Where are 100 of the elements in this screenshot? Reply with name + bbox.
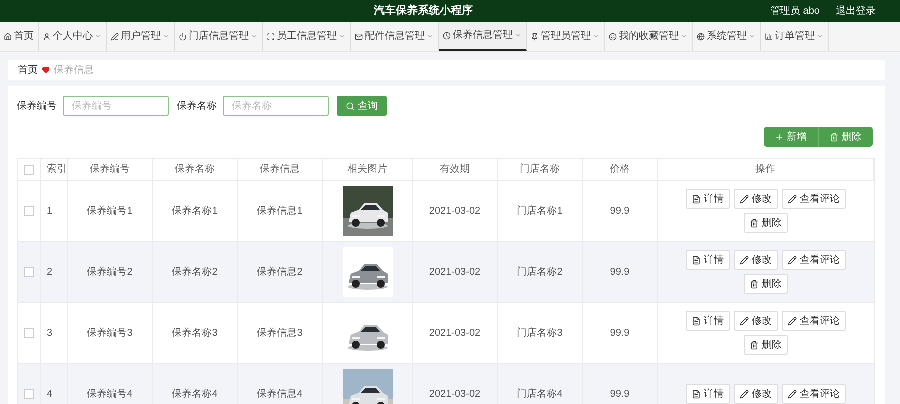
checkbox[interactable] — [24, 206, 34, 216]
app-title: 汽车保养系统小程序 — [372, 4, 473, 19]
column-header: 保养名称 — [175, 162, 215, 177]
table-cell-text: 保养编号4 — [87, 388, 133, 402]
table-cell-text: 保养编号2 — [87, 266, 133, 280]
pencil-icon — [788, 194, 797, 204]
breadcrumb-current: 保养信息 — [54, 64, 94, 78]
scan-icon — [267, 32, 275, 40]
field-label: 保养编号 — [17, 100, 57, 114]
nav-tab[interactable]: 门店信息管理 — [175, 22, 263, 51]
table-cell-text: 99.9 — [610, 266, 630, 280]
table-cell-text: 3 — [47, 326, 53, 340]
table-cell-text: 99.9 — [610, 326, 630, 340]
delete-button[interactable]: 删除 — [744, 213, 788, 233]
pencil-icon — [740, 316, 749, 326]
document-icon — [692, 390, 701, 398]
pencil-icon — [740, 194, 749, 204]
column-header: 保养编号 — [90, 162, 130, 177]
column-header: 相关图片 — [348, 162, 388, 177]
delete-button[interactable]: 删除 — [744, 335, 788, 355]
table-cell-text: 门店名称4 — [517, 388, 563, 402]
edit-button[interactable]: 查看评论 — [782, 250, 846, 270]
pin-icon — [531, 32, 539, 40]
table-cell-text: 1 — [47, 204, 53, 218]
nav-tab[interactable]: 首页 — [0, 22, 39, 51]
nav-tab[interactable]: 订单管理 — [761, 22, 829, 51]
nav-tab[interactable]: 员工信息管理 — [263, 22, 351, 51]
field-label: 保养名称 — [177, 100, 217, 114]
table-cell-text: 保养名称1 — [172, 204, 218, 218]
trash-icon — [750, 280, 759, 288]
edit-button[interactable]: 修改 — [734, 384, 778, 404]
table-cell-text: 2021-03-02 — [429, 388, 481, 402]
column-header: 保养信息 — [260, 162, 300, 177]
nav-tab[interactable]: 管理员管理 — [527, 22, 605, 51]
edit-button[interactable]: 查看评论 — [782, 384, 846, 404]
document-icon — [692, 256, 701, 264]
table-cell-text: 门店名称2 — [517, 266, 563, 280]
globe-icon — [697, 32, 705, 40]
detail-button[interactable]: 详情 — [686, 189, 730, 209]
column-header: 有效期 — [440, 162, 470, 177]
checkbox[interactable] — [24, 164, 34, 174]
edit-button[interactable]: 修改 — [734, 189, 778, 209]
edit-button[interactable]: 修改 — [734, 250, 778, 270]
edit-button[interactable]: 查看评论 — [782, 189, 846, 209]
search-icon — [346, 102, 355, 110]
document-icon — [692, 316, 701, 326]
clock-icon — [443, 32, 451, 40]
table-cell-text: 2021-03-02 — [429, 204, 481, 218]
logout-link[interactable]: 退出登录 — [836, 4, 876, 18]
document-icon — [692, 194, 701, 204]
trash-icon — [750, 218, 759, 228]
table-cell-text: 2021-03-02 — [429, 326, 481, 340]
detail-button[interactable]: 详情 — [686, 250, 730, 270]
power-icon — [179, 32, 187, 40]
pen-icon — [111, 32, 119, 40]
pencil-icon — [788, 256, 797, 264]
search-field[interactable]: 保养编号 — [63, 96, 169, 116]
mail-icon — [355, 32, 363, 40]
delete-button[interactable]: 删除 — [744, 274, 788, 294]
heart-icon — [42, 66, 50, 74]
nav-tab[interactable]: 保养信息管理 — [439, 22, 527, 51]
nav-tab[interactable]: 用户管理 — [107, 22, 175, 51]
checkbox[interactable] — [24, 328, 34, 338]
table-cell-text: 保养信息2 — [257, 266, 303, 280]
plus-icon — [775, 132, 784, 142]
edit-button[interactable]: 查看评论 — [782, 311, 846, 331]
user-label: 管理员 abo — [770, 4, 820, 18]
detail-button[interactable]: 详情 — [686, 384, 730, 404]
table-cell-text: 保养编号1 — [87, 204, 133, 218]
column-header: 操作 — [756, 163, 776, 177]
nav-tab[interactable]: 我的收藏管理 — [605, 22, 693, 51]
table-cell-text: 保养名称2 — [172, 266, 218, 280]
pencil-icon — [740, 256, 749, 264]
trash-icon — [750, 340, 759, 350]
table-cell-text: 门店名称3 — [517, 326, 563, 340]
detail-button[interactable]: 详情 — [686, 311, 730, 331]
table-cell-text: 保养编号3 — [87, 326, 133, 340]
table-cell-text: 2021-03-02 — [429, 266, 481, 280]
table-cell-text: 保养信息4 — [257, 388, 303, 402]
table-cell-text: 99.9 — [610, 388, 630, 402]
user-icon — [43, 32, 51, 40]
table-cell-text: 保养名称3 — [172, 326, 218, 340]
home-icon — [4, 32, 12, 40]
smiley-icon — [609, 32, 617, 40]
pencil-icon — [788, 390, 797, 398]
table-cell-text: 保养信息1 — [257, 204, 303, 218]
trash-icon — [830, 132, 839, 142]
pencil-icon — [740, 390, 749, 398]
breadcrumb-link[interactable]: 首页 — [18, 62, 38, 78]
edit-button[interactable]: 修改 — [734, 311, 778, 331]
nav-tab[interactable]: 系统管理 — [693, 22, 761, 51]
checkbox[interactable] — [24, 389, 34, 399]
nav-tab[interactable]: 个人中心 — [39, 22, 107, 51]
checkbox[interactable] — [24, 267, 34, 277]
table-cell-text: 保养信息3 — [257, 326, 303, 340]
table-cell-text: 4 — [47, 388, 53, 402]
search-field[interactable]: 保养名称 — [223, 96, 329, 116]
chart-icon — [765, 32, 773, 40]
column-header: 价格 — [610, 162, 630, 177]
table-cell-text: 99.9 — [610, 204, 630, 218]
